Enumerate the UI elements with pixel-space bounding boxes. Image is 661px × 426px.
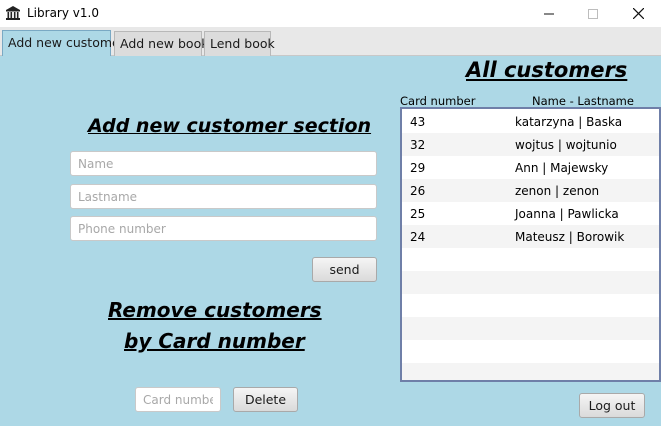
list-item[interactable]: 32 wojtus | wojtunio bbox=[402, 133, 659, 156]
list-item[interactable] bbox=[402, 340, 659, 363]
customers-list[interactable]: 43 katarzyna | Baska 32 wojtus | wojtunio 29… bbox=[400, 107, 661, 382]
column-header-name-lastname: Name - Lastname bbox=[532, 94, 634, 108]
list-item[interactable] bbox=[402, 294, 659, 317]
tab-lend-book[interactable]: Lend book bbox=[204, 31, 275, 56]
name-input[interactable] bbox=[70, 151, 377, 176]
list-item[interactable]: 29 Ann | Majewsky bbox=[402, 156, 659, 179]
remove-customers-heading-line1: Remove customers bbox=[108, 298, 322, 322]
tab-add-new-book[interactable]: Add new book bbox=[114, 31, 208, 56]
name-lastname-cell: Joanna | Pawlicka bbox=[515, 207, 619, 221]
list-item[interactable]: 24 Mateusz | Borowik bbox=[402, 225, 659, 248]
list-item[interactable]: 43 katarzyna | Baska bbox=[402, 110, 659, 133]
list-item[interactable]: 26 zenon | zenon bbox=[402, 179, 659, 202]
list-item[interactable] bbox=[402, 317, 659, 340]
send-button[interactable]: send bbox=[312, 257, 377, 282]
name-lastname-cell: Mateusz | Borowik bbox=[515, 230, 625, 244]
log-out-button[interactable]: Log out bbox=[579, 393, 645, 418]
tab-bar: Add new customer Add new book Lend book bbox=[0, 27, 661, 57]
list-item[interactable] bbox=[402, 271, 659, 294]
remove-customers-heading-line2: by Card number bbox=[124, 329, 305, 353]
column-header-card-number: Card number bbox=[400, 94, 476, 108]
delete-button[interactable]: Delete bbox=[233, 387, 298, 412]
library-building-icon bbox=[6, 6, 20, 20]
title-bar: Library v1.0 bbox=[0, 0, 661, 27]
close-button[interactable] bbox=[615, 0, 661, 27]
card-number-cell: 29 bbox=[410, 161, 426, 175]
name-lastname-cell: wojtus | wojtunio bbox=[515, 138, 617, 152]
close-icon bbox=[632, 8, 644, 19]
maximize-icon bbox=[588, 8, 598, 19]
card-number-cell: 24 bbox=[410, 230, 426, 244]
name-lastname-cell: katarzyna | Baska bbox=[515, 115, 623, 129]
card-number-cell: 26 bbox=[410, 184, 426, 198]
phone-number-input[interactable] bbox=[70, 216, 377, 241]
add-customer-heading: Add new customer section bbox=[88, 115, 372, 137]
tab-add-new-customer[interactable]: Add new customer bbox=[2, 30, 125, 57]
window-title: Library v1.0 bbox=[27, 6, 99, 20]
card-number-cell: 32 bbox=[410, 138, 426, 152]
lastname-input[interactable] bbox=[70, 184, 377, 209]
card-number-cell: 25 bbox=[410, 207, 426, 221]
tab-content-panel: All customers Add new customer section s… bbox=[0, 56, 661, 426]
list-item[interactable] bbox=[402, 248, 659, 271]
name-lastname-cell: zenon | zenon bbox=[515, 184, 600, 198]
card-number-cell: 43 bbox=[410, 115, 426, 129]
maximize-button[interactable] bbox=[570, 0, 616, 27]
minimize-button[interactable] bbox=[526, 0, 572, 27]
name-lastname-cell: Ann | Majewsky bbox=[515, 161, 609, 175]
list-item[interactable]: 25 Joanna | Pawlicka bbox=[402, 202, 659, 225]
card-number-input[interactable] bbox=[135, 387, 221, 412]
minimize-icon bbox=[544, 13, 554, 14]
list-item[interactable] bbox=[402, 363, 659, 380]
all-customers-heading: All customers bbox=[466, 58, 628, 82]
